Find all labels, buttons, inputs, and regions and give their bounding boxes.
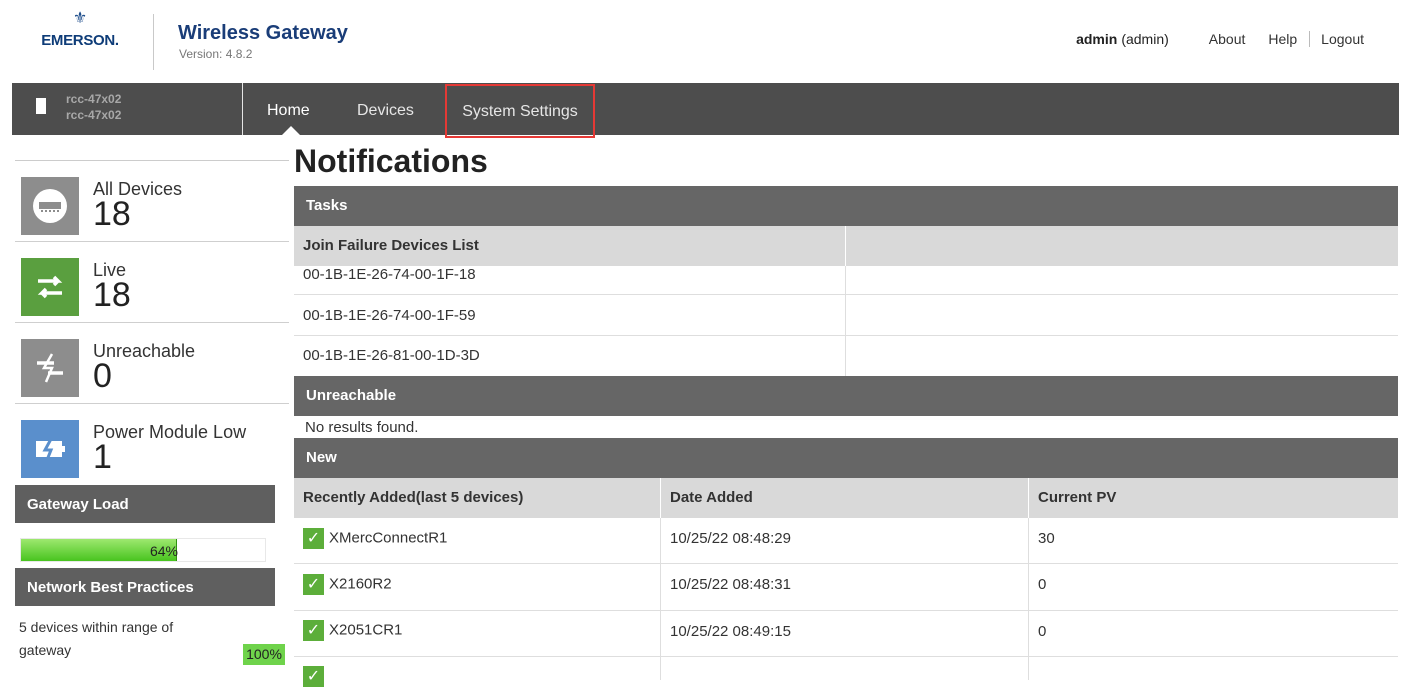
table-row-device[interactable]: ✓ XMercConnectR1 <box>294 528 456 549</box>
device-name: X2051CR1 <box>329 621 403 639</box>
best-practices-header: Network Best Practices <box>15 568 275 606</box>
best-practices-value: 100% <box>243 644 285 665</box>
date-added-column-header: Date Added <box>661 478 1028 518</box>
app-version: Version: 4.8.2 <box>179 47 253 61</box>
column-divider <box>1028 518 1029 680</box>
column-divider <box>845 266 846 376</box>
main-nav: rcc-47x02 rcc-47x02 Home Devices System … <box>12 83 1399 138</box>
gateway-name-line-2: rcc-47x02 <box>66 108 122 122</box>
help-link[interactable]: Help <box>1268 31 1311 47</box>
unreachable-empty-text: No results found. <box>305 419 419 436</box>
page-title: Notifications <box>294 143 488 179</box>
gateway-icon <box>36 98 46 114</box>
empty-column-header <box>846 226 1398 266</box>
table-row-device[interactable]: ✓ X2160R2 <box>294 574 401 595</box>
unreachable-icon <box>21 339 79 397</box>
column-divider <box>660 518 661 680</box>
stat-count: 0 <box>93 357 112 395</box>
join-failure-device[interactable]: 00-1B-1E-26-74-00-1F-18 <box>294 266 485 283</box>
best-practices-text: 5 devices within range of gateway <box>19 619 174 658</box>
recently-added-column-header: Recently Added(last 5 devices) <box>294 478 660 518</box>
device-name: X2160R2 <box>329 575 392 593</box>
gateway-name-line-1: rcc-47x02 <box>66 92 122 106</box>
stat-power-module-low[interactable]: Power Module Low 1 <box>15 404 289 485</box>
device-icon <box>21 177 79 235</box>
row-divider <box>294 610 1398 611</box>
stat-all-devices[interactable]: All Devices 18 <box>15 161 289 242</box>
join-failure-device[interactable]: 00-1B-1E-26-74-00-1F-59 <box>294 307 485 324</box>
header-divider <box>153 14 154 70</box>
stat-count: 1 <box>93 438 112 476</box>
gateway-selector[interactable]: rcc-47x02 rcc-47x02 <box>12 83 243 135</box>
device-name: XMercConnectR1 <box>329 529 448 547</box>
tab-devices[interactable]: Devices <box>357 83 414 135</box>
about-link[interactable]: About <box>1209 31 1246 47</box>
current-pv-cell: 0 <box>1038 576 1047 593</box>
current-pv-cell: 30 <box>1038 530 1055 547</box>
row-divider <box>294 656 1398 657</box>
user-name: admin <box>1076 31 1118 47</box>
gateway-load-header: Gateway Load <box>15 485 275 523</box>
checkmark-icon: ✓ <box>303 528 324 549</box>
stat-live[interactable]: Live 18 <box>15 242 289 323</box>
table-row-device-partial[interactable]: ✓ <box>294 666 338 687</box>
checkmark-icon: ✓ <box>303 620 324 641</box>
date-added-cell: 10/25/22 08:48:29 <box>670 530 791 547</box>
table-row-device[interactable]: ✓ X2051CR1 <box>294 620 411 641</box>
stat-count: 18 <box>93 195 131 233</box>
tab-system-settings[interactable]: System Settings <box>445 84 595 138</box>
row-divider <box>294 335 1398 336</box>
gateway-load-value: 64% <box>149 543 178 559</box>
emerson-logo[interactable]: ⚜ EMERSON. <box>34 8 126 58</box>
header: ⚜ EMERSON. Wireless Gateway Version: 4.8… <box>0 0 1412 84</box>
row-divider <box>294 294 1398 295</box>
gateway-name: rcc-47x02 rcc-47x02 <box>66 91 121 123</box>
join-failure-device[interactable]: 00-1B-1E-26-81-00-1D-3D <box>294 347 489 364</box>
date-added-cell: 10/25/22 08:48:31 <box>670 576 791 593</box>
new-section-header: New <box>294 438 1398 478</box>
current-pv-column-header: Current PV <box>1029 478 1398 518</box>
checkmark-icon: ✓ <box>303 574 324 595</box>
stat-unreachable[interactable]: Unreachable 0 <box>15 323 289 404</box>
user-area: admin (admin) About Help Logout <box>1076 31 1364 47</box>
row-divider <box>294 563 1398 564</box>
app-title: Wireless Gateway <box>178 22 348 44</box>
stat-label: Power Module Low <box>93 422 247 442</box>
stat-count: 18 <box>93 276 131 314</box>
live-arrows-icon <box>21 258 79 316</box>
emerson-logo-icon: ⚜ <box>72 10 88 27</box>
unreachable-section-header: Unreachable <box>294 376 1398 416</box>
logout-link[interactable]: Logout <box>1321 31 1364 47</box>
date-added-cell: 10/25/22 08:49:15 <box>670 623 791 640</box>
join-failure-column-header: Join Failure Devices List <box>294 226 845 266</box>
user-role: (admin) <box>1121 31 1169 47</box>
gateway-load-bar: 64% <box>20 538 266 562</box>
active-tab-caret-icon <box>282 126 300 135</box>
logo-text: EMERSON. <box>41 32 119 49</box>
current-pv-cell: 0 <box>1038 623 1047 640</box>
checkmark-icon: ✓ <box>303 666 324 687</box>
battery-low-icon <box>21 420 79 478</box>
tasks-section-header: Tasks <box>294 186 1398 226</box>
